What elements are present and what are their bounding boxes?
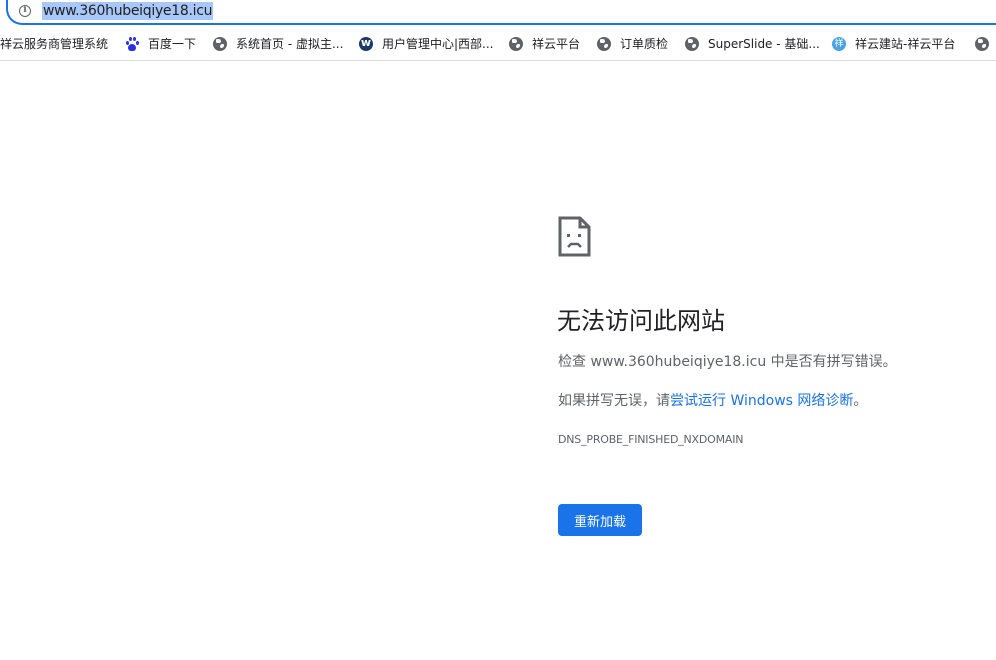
bookmark-label: 祥云平台 bbox=[532, 37, 581, 51]
globe-icon bbox=[597, 37, 611, 51]
bookmark-overflow[interactable] bbox=[975, 35, 996, 53]
bookmark-label: 百度一下 bbox=[148, 37, 197, 51]
xiangyun-icon bbox=[832, 35, 846, 53]
diagnostics-suffix: 。 bbox=[853, 393, 868, 409]
address-bar[interactable]: i www.360hubeiqiye18.icu bbox=[6, 0, 996, 25]
globe-icon bbox=[685, 37, 699, 51]
spelling-hint: 检查 www.360hubeiqiye18.icu 中是否有拼写错误。 bbox=[558, 354, 897, 370]
diagnostics-prefix: 如果拼写无误，请 bbox=[558, 393, 670, 409]
bookmark-label: 祥云服务商管理系统 bbox=[0, 37, 109, 51]
bookmark-label: 订单质检 bbox=[620, 37, 669, 51]
browser-window: i www.360hubeiqiye18.icu 祥云服务商管理系统 百度一下 … bbox=[0, 0, 996, 660]
globe-icon bbox=[213, 37, 227, 51]
bookmark-xiangyun-site[interactable]: 祥云建站-祥云平台 bbox=[832, 35, 955, 53]
globe-icon bbox=[509, 37, 523, 51]
info-icon[interactable]: i bbox=[19, 5, 31, 17]
bookmark-xiangyun-platform[interactable]: 祥云平台 bbox=[509, 35, 580, 53]
url-text[interactable]: www.360hubeiqiye18.icu bbox=[42, 2, 214, 20]
bookmark-order-check[interactable]: 订单质检 bbox=[597, 35, 668, 53]
bookmark-label: 用户管理中心|西部... bbox=[382, 37, 494, 51]
network-diagnostics-link[interactable]: 尝试运行 Windows 网络诊断 bbox=[670, 393, 853, 409]
bookmark-superslide[interactable]: SuperSlide - 基础... bbox=[685, 35, 820, 53]
sad-page-icon bbox=[558, 216, 591, 257]
bookmark-system-home[interactable]: 系统首页 - 虚拟主... bbox=[213, 35, 343, 53]
diagnostics-hint: 如果拼写无误，请尝试运行 Windows 网络诊断。 bbox=[558, 391, 867, 411]
bookmark-user-center[interactable]: 用户管理中心|西部... bbox=[359, 34, 494, 53]
baidu-paw-icon bbox=[125, 37, 139, 51]
reload-button[interactable]: 重新加载 bbox=[558, 504, 642, 536]
bookmark-label: 系统首页 - 虚拟主... bbox=[236, 37, 344, 51]
globe-icon bbox=[975, 37, 989, 51]
error-code: DNS_PROBE_FINISHED_NXDOMAIN bbox=[558, 433, 744, 446]
bookmark-baidu[interactable]: 百度一下 bbox=[125, 35, 196, 53]
west-digital-icon bbox=[359, 34, 373, 52]
bookmark-label: 祥云建站-祥云平台 bbox=[855, 37, 956, 51]
bookmark-label: SuperSlide - 基础... bbox=[708, 37, 820, 51]
bookmarks-bar: 祥云服务商管理系统 百度一下 系统首页 - 虚拟主... 用户管理中心|西部..… bbox=[0, 27, 996, 61]
bookmark-xiangyun-service[interactable]: 祥云服务商管理系统 bbox=[0, 35, 108, 53]
error-title: 无法访问此网站 bbox=[557, 307, 725, 335]
